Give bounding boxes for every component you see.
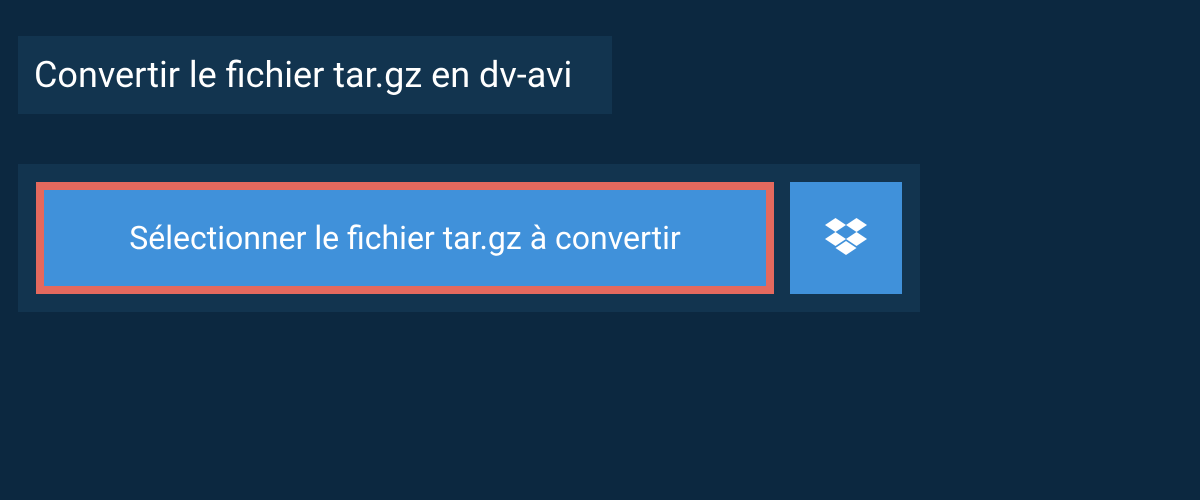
dropbox-button[interactable] [790, 182, 902, 294]
page-title: Convertir le fichier tar.gz en dv-avi [34, 54, 572, 96]
dropbox-icon [825, 218, 867, 258]
title-bar: Convertir le fichier tar.gz en dv-avi [18, 36, 612, 114]
converter-box: Sélectionner le fichier tar.gz à convert… [18, 164, 920, 312]
select-file-button-label: Sélectionner le fichier tar.gz à convert… [129, 219, 680, 257]
select-file-button[interactable]: Sélectionner le fichier tar.gz à convert… [36, 182, 774, 294]
